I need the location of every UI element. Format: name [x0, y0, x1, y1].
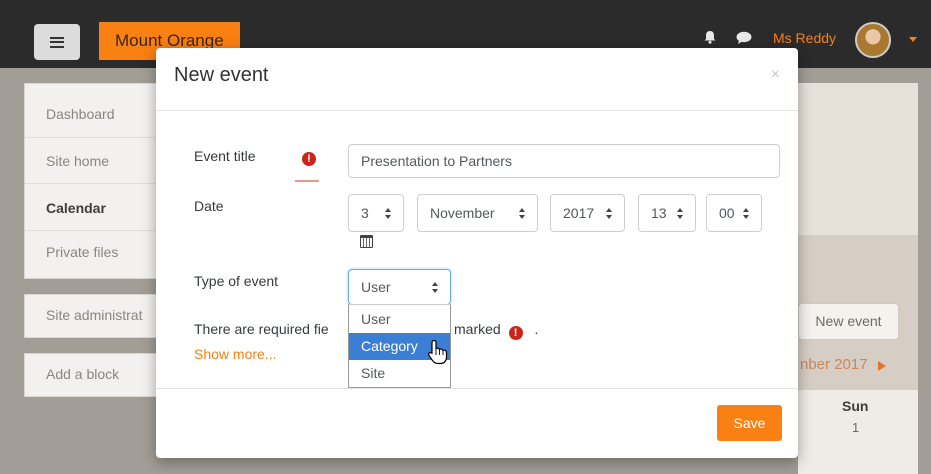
sidebar-item-site-home[interactable]: Site home [46, 153, 109, 169]
sunday-header: Sun [842, 398, 869, 414]
calendar-header-area [798, 83, 918, 235]
option-user[interactable]: User [349, 306, 450, 333]
avatar[interactable] [855, 22, 891, 58]
day-select[interactable]: 3 [348, 194, 404, 232]
required-icon: ! [508, 326, 523, 340]
divider [25, 183, 169, 184]
calendar-day[interactable]: 1 [852, 420, 859, 435]
modal-footer-divider [156, 388, 798, 389]
required-icon: ! [302, 152, 316, 166]
required-fields-note-end: marked ! . [454, 321, 539, 340]
divider [25, 137, 169, 138]
month-label: nber 2017 [800, 356, 868, 373]
sidebar-item-private-files[interactable]: Private files [46, 244, 118, 260]
date-label: Date [194, 198, 224, 214]
menu-button[interactable] [34, 24, 80, 60]
add-a-block[interactable]: Add a block [24, 353, 170, 397]
sidebar-item-calendar[interactable]: Calendar [46, 200, 106, 216]
select-arrows-icon [385, 208, 392, 219]
required-underline [295, 180, 319, 182]
select-arrows-icon [519, 208, 526, 219]
user-name-link[interactable]: Ms Reddy [773, 30, 836, 46]
required-fields-period: . [534, 321, 539, 337]
select-arrows-icon [743, 208, 750, 219]
calendar-icon[interactable] [360, 235, 373, 248]
day-value: 3 [361, 205, 369, 221]
save-button[interactable]: Save [717, 405, 782, 441]
navigation-block: Dashboard Site home Calendar Private fil… [24, 83, 170, 279]
hour-select[interactable]: 13 [638, 194, 696, 232]
modal-header-divider [156, 110, 798, 111]
sidebar-item-dashboard[interactable]: Dashboard [46, 106, 115, 122]
event-title-input[interactable]: Presentation to Partners [348, 144, 780, 178]
hand-cursor-icon [428, 339, 448, 365]
menu-icon [50, 36, 64, 48]
caret-down-icon[interactable] [909, 37, 917, 42]
type-of-event-value: User [361, 279, 391, 295]
divider [25, 230, 169, 231]
add-a-block-label: Add a block [46, 366, 120, 382]
new-event-modal: New event × Event title ! Presentation t… [156, 48, 798, 458]
minute-select[interactable]: 00 [706, 194, 762, 232]
next-month-icon[interactable] [878, 361, 886, 371]
bell-icon[interactable] [703, 30, 717, 44]
select-arrows-icon [432, 282, 439, 293]
event-title-label: Event title [194, 148, 256, 164]
new-event-button[interactable]: New event [798, 303, 899, 340]
type-of-event-label: Type of event [194, 273, 279, 289]
site-administration-label: Site administrat [46, 307, 143, 323]
month-select[interactable]: November [417, 194, 538, 232]
year-value: 2017 [563, 205, 595, 221]
show-more-link[interactable]: Show more... [194, 346, 276, 362]
modal-title: New event [174, 64, 269, 86]
site-administration-block[interactable]: Site administrat [24, 294, 170, 338]
required-fields-marked: marked [454, 321, 501, 337]
year-select[interactable]: 2017 [550, 194, 625, 232]
chat-icon[interactable] [736, 31, 752, 44]
close-icon[interactable]: × [771, 66, 780, 84]
month-value: November [430, 205, 495, 221]
select-arrows-icon [606, 208, 613, 219]
required-fields-note: There are required fie [194, 321, 329, 337]
select-arrows-icon [677, 208, 684, 219]
type-of-event-select[interactable]: User [348, 269, 451, 305]
minute-value: 00 [719, 205, 735, 221]
hour-value: 13 [651, 205, 667, 221]
